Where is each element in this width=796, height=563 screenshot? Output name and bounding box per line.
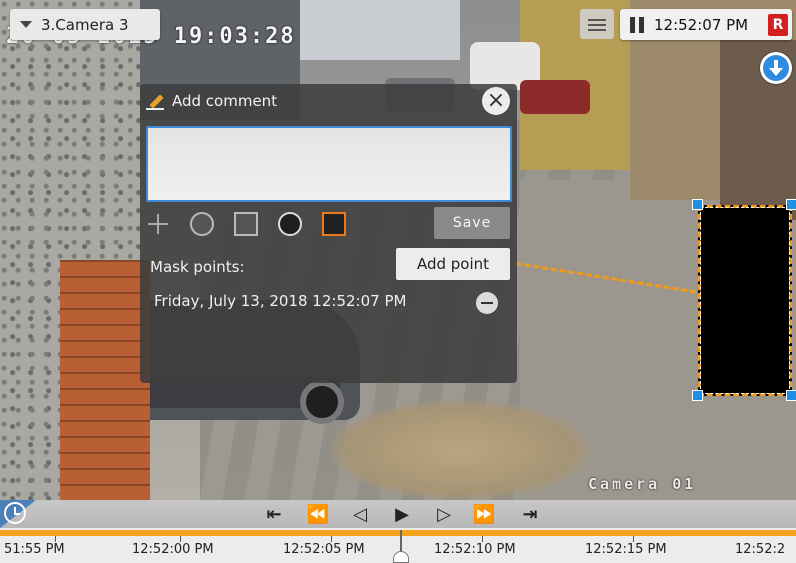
- mask-handle-bottom-left[interactable]: [692, 390, 703, 401]
- pause-icon[interactable]: [630, 16, 644, 33]
- panel-header: Add comment: [146, 90, 277, 112]
- go-to-end-button[interactable]: ⇥: [518, 503, 542, 525]
- timeline-label: 12:52:10 PM: [434, 542, 516, 557]
- feed-sky: [300, 0, 460, 60]
- download-button[interactable]: [760, 52, 792, 84]
- fast-rewind-button[interactable]: ⏪: [306, 503, 330, 525]
- add-point-button[interactable]: Add point: [396, 248, 510, 280]
- feed-red-car: [520, 80, 590, 114]
- mask-handle-top-left[interactable]: [692, 199, 703, 210]
- fast-forward-button[interactable]: ⏩: [472, 503, 496, 525]
- square-outline-tool-icon[interactable]: [234, 212, 258, 236]
- mask-points-label: Mask points:: [150, 258, 245, 276]
- record-badge[interactable]: R: [768, 13, 788, 36]
- comment-text-field[interactable]: [146, 126, 512, 202]
- timeline-label: 12:52:15 PM: [585, 542, 667, 557]
- save-button[interactable]: Save: [434, 207, 510, 239]
- mask-point-item: Friday, July 13, 2018 12:52:07 PM: [154, 292, 407, 310]
- chevron-down-icon: [20, 21, 32, 28]
- timeline-label: 12:52:05 PM: [283, 542, 365, 557]
- mask-rectangle[interactable]: [698, 205, 792, 396]
- pencil-icon: [146, 92, 164, 110]
- circle-outline-tool-icon[interactable]: [190, 212, 214, 236]
- camera-name: 3.Camera 3: [41, 15, 129, 34]
- circle-filled-tool-icon[interactable]: [278, 212, 302, 236]
- minus-circle-icon[interactable]: [476, 292, 498, 314]
- step-back-button[interactable]: ◁: [348, 503, 372, 525]
- panel-title: Add comment: [172, 92, 278, 110]
- timeline-label: 12:52:2: [735, 542, 786, 557]
- download-icon: [763, 55, 789, 81]
- feed-sand-pile: [330, 400, 590, 500]
- comment-toggle-button[interactable]: [580, 9, 614, 39]
- close-icon[interactable]: ×: [482, 87, 510, 115]
- go-to-start-button[interactable]: ⇤: [262, 503, 286, 525]
- feed-camera-overlay: Camera 01: [588, 475, 697, 493]
- timeline-label: 12:52:00 PM: [132, 542, 214, 557]
- clock-icon[interactable]: [4, 502, 26, 524]
- crosshair-tool-icon[interactable]: [146, 212, 170, 236]
- add-comment-panel: Add comment × Save Mask points: Add poin…: [140, 84, 517, 383]
- mask-handle-top-right[interactable]: [786, 199, 796, 210]
- playhead-handle[interactable]: [393, 551, 409, 563]
- feed-car-wheel: [300, 380, 344, 424]
- timeline-label: 51:55 PM: [4, 542, 65, 557]
- current-time: 12:52:07 PM: [654, 15, 749, 34]
- feed-brick-stack: [60, 260, 150, 500]
- timeline-track[interactable]: [0, 530, 796, 536]
- pencil-underline: [146, 108, 164, 110]
- pencil-body: [149, 94, 164, 109]
- comment-icon: [588, 17, 606, 31]
- mask-handle-bottom-right[interactable]: [786, 390, 796, 401]
- play-button[interactable]: ▶: [390, 503, 414, 525]
- playback-clock: 12:52:07 PM R: [620, 9, 792, 40]
- square-filled-tool-icon[interactable]: [322, 212, 346, 236]
- camera-selector[interactable]: 3.Camera 3: [10, 9, 160, 40]
- step-forward-button[interactable]: ▷: [432, 503, 456, 525]
